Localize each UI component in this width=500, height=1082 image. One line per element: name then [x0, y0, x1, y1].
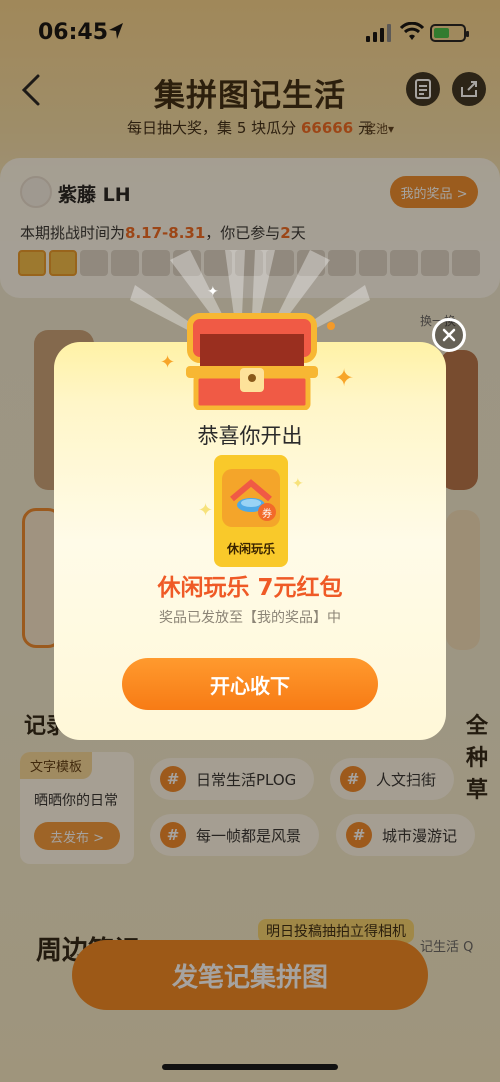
- sparkle-icon: ✦: [334, 364, 355, 392]
- home-indicator[interactable]: [162, 1064, 338, 1070]
- sparkle-dot: [327, 322, 335, 330]
- sparkle-icon: ✦: [160, 352, 176, 373]
- sparkle-icon: ✦: [198, 500, 214, 521]
- accept-button[interactable]: 开心收下: [122, 658, 378, 710]
- close-icon: [442, 328, 456, 342]
- page: 06:45 集拼图记生活 每日抽大奖，集 5 块瓜分 66666 元 奖池▾ 紫…: [0, 0, 500, 1082]
- ticket-label: 休闲玩乐: [226, 542, 275, 556]
- coupon-badge: 券: [258, 503, 276, 521]
- prize-name: 休闲玩乐 7元红包: [157, 575, 343, 601]
- treasure-chest-icon: [186, 313, 318, 410]
- sparkle-icon: ✦: [292, 476, 304, 492]
- prize-ticket: 券 休闲玩乐: [214, 455, 288, 567]
- close-button[interactable]: [432, 318, 466, 352]
- prize-note: 奖品已发放至【我的奖品】中: [159, 610, 341, 626]
- sparkle-icon: ✦: [207, 284, 219, 300]
- modal-title: 恭喜你开出: [197, 424, 303, 448]
